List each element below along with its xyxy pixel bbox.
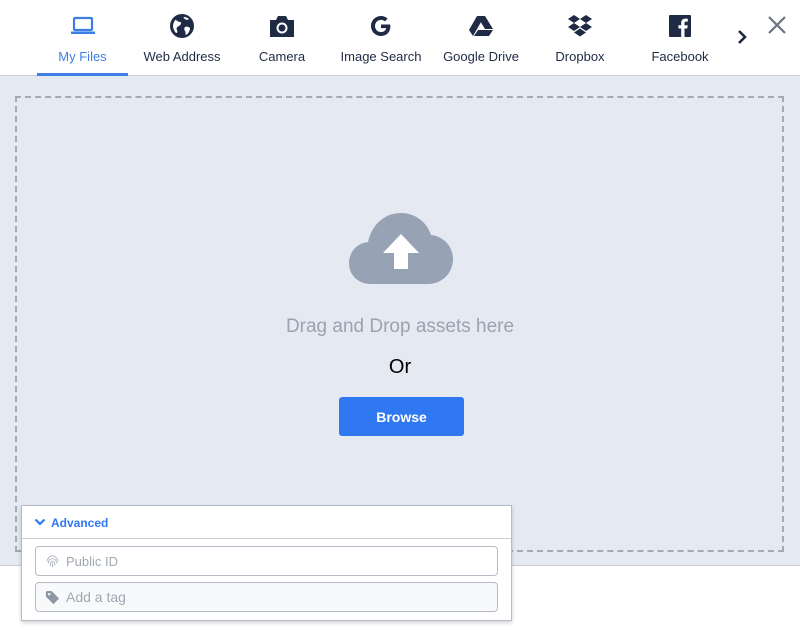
next-tabs-button[interactable]: [734, 27, 750, 47]
facebook-icon: [666, 12, 694, 40]
tag-icon: [45, 590, 60, 605]
tab-label: Image Search: [340, 49, 422, 64]
tab-web-address[interactable]: Web Address: [137, 0, 227, 75]
chevron-right-icon: [738, 30, 747, 44]
tab-my-files[interactable]: My Files: [37, 0, 128, 76]
camera-icon: [268, 12, 296, 40]
tab-label: My Files: [58, 49, 107, 64]
google-drive-icon: [467, 12, 495, 40]
tab-image-search[interactable]: Image Search: [336, 0, 426, 75]
tab-label: Dropbox: [555, 49, 605, 64]
dropbox-icon: [566, 12, 594, 40]
tab-label: Web Address: [143, 49, 221, 64]
add-tag-input[interactable]: Add a tag: [35, 582, 498, 612]
tab-camera[interactable]: Camera: [237, 0, 327, 75]
browse-button[interactable]: Browse: [339, 397, 464, 436]
fingerprint-icon: [46, 555, 59, 568]
tab-label: Camera: [258, 49, 306, 64]
tab-facebook[interactable]: Facebook: [635, 0, 725, 75]
close-button[interactable]: [766, 14, 788, 36]
drag-drop-text: Drag and Drop assets here: [285, 316, 515, 337]
cloud-upload-icon: [347, 210, 455, 286]
chevron-down-icon: [34, 518, 46, 526]
public-id-placeholder: Public ID: [66, 554, 119, 569]
source-tabs-header: My Files Web Address Camera Image Search…: [0, 0, 800, 76]
close-icon: [768, 16, 786, 34]
tab-dropbox[interactable]: Dropbox: [535, 0, 625, 75]
add-tag-placeholder: Add a tag: [66, 589, 126, 605]
google-icon: [367, 12, 395, 40]
advanced-toggle[interactable]: Advanced: [22, 506, 511, 539]
tab-label: Google Drive: [443, 49, 519, 64]
tab-label: Facebook: [651, 49, 709, 64]
globe-icon: [168, 12, 196, 40]
or-separator-text: Or: [388, 356, 412, 378]
advanced-panel: Advanced Public ID Add a tag: [21, 505, 512, 621]
tab-google-drive[interactable]: Google Drive: [436, 0, 526, 75]
advanced-label: Advanced: [51, 516, 109, 530]
laptop-icon: [69, 12, 97, 40]
public-id-input[interactable]: Public ID: [35, 546, 498, 576]
